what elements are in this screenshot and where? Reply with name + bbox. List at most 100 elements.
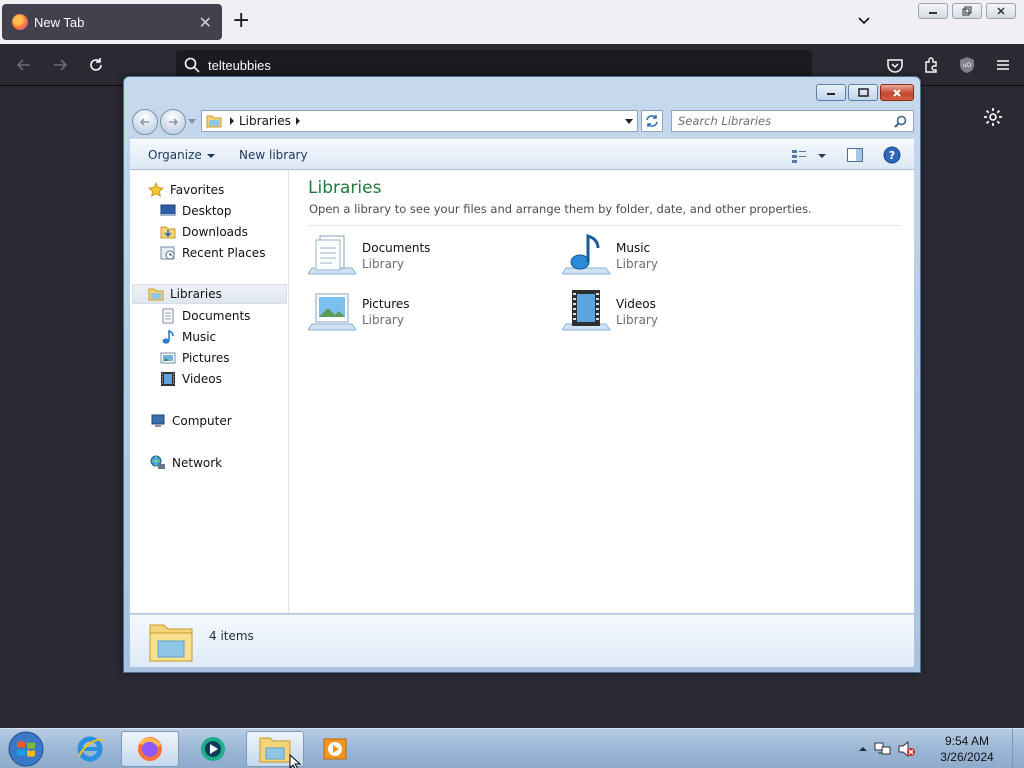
start-button[interactable] (6, 730, 46, 768)
explorer-back-button[interactable] (132, 109, 158, 135)
show-desktop-button[interactable] (1012, 729, 1024, 768)
svg-text:?: ? (889, 149, 895, 162)
volume-muted-icon[interactable] (898, 741, 916, 757)
libraries-content-pane: Libraries Open a library to see your fil… (290, 170, 914, 613)
organize-label: Organize (148, 148, 202, 162)
back-icon[interactable] (13, 54, 35, 76)
library-item-pictures[interactable]: Pictures Library (308, 288, 548, 340)
clock-time: 9:54 AM (944, 734, 990, 748)
nav-item-videos[interactable]: Videos (160, 369, 222, 389)
ublock-origin-icon[interactable]: uO (956, 54, 978, 76)
firefox-icon (12, 14, 28, 30)
organize-button[interactable]: Organize (148, 148, 215, 162)
restore-button[interactable] (952, 3, 982, 19)
address-bar[interactable]: Libraries (201, 110, 638, 132)
new-tab-button[interactable]: + (232, 10, 250, 32)
internet-explorer-icon (77, 736, 104, 762)
nav-computer-label: Computer (172, 414, 232, 428)
explorer-maximize-button[interactable] (848, 84, 878, 101)
browser-window-controls (918, 3, 1016, 19)
browser-tab-new-tab[interactable]: New Tab ✕ (2, 4, 222, 40)
taskbar-clock[interactable]: 9:54 AM 3/26/2024 (932, 733, 1002, 765)
list-all-tabs-icon[interactable] (856, 12, 872, 28)
network-status-icon[interactable] (874, 741, 892, 757)
taskbar-internet-explorer[interactable] (61, 731, 119, 767)
help-button[interactable]: ? (883, 146, 901, 167)
taskbar-firefox[interactable] (121, 731, 179, 767)
pocket-icon[interactable] (884, 54, 906, 76)
gear-icon[interactable] (982, 106, 1004, 128)
preview-pane-icon (847, 148, 863, 162)
minimize-button[interactable] (918, 3, 948, 19)
explorer-minimize-button[interactable] (816, 84, 846, 101)
refresh-button[interactable] (641, 110, 663, 132)
nav-network[interactable]: Network (150, 453, 222, 473)
forward-icon[interactable] (49, 54, 71, 76)
nav-item-downloads[interactable]: Downloads (160, 222, 248, 242)
explorer-close-button[interactable] (880, 84, 914, 101)
close-tab-icon[interactable]: ✕ (199, 13, 212, 32)
videos-library-icon (562, 290, 611, 331)
nav-network-label: Network (172, 456, 223, 470)
browser-tab-bar: New Tab ✕ + (0, 0, 1024, 44)
library-item-music[interactable]: Music Library (562, 232, 802, 284)
library-name: Music (616, 241, 651, 255)
windows-logo-icon (8, 731, 44, 767)
svg-text:uO: uO (963, 62, 972, 69)
breadcrumb-libraries[interactable]: Libraries (239, 114, 291, 128)
search-libraries-input[interactable]: Search Libraries (671, 110, 914, 132)
nav-libraries[interactable]: Libraries (132, 284, 287, 304)
details-pane: 4 items (130, 614, 914, 667)
library-item-documents[interactable]: Documents Library (308, 232, 548, 284)
library-type: Library (362, 313, 404, 327)
nav-computer[interactable]: Computer (150, 411, 232, 431)
url-text: telteubbies (208, 57, 271, 73)
page-title: Libraries (308, 178, 382, 198)
nav-item-label: Pictures (182, 351, 230, 365)
recent-pages-chevron-icon[interactable] (188, 119, 196, 125)
library-type: Library (362, 257, 404, 271)
taskbar-media-app[interactable] (184, 731, 242, 767)
nav-item-documents[interactable]: Documents (160, 306, 250, 326)
search-placeholder: Search Libraries (678, 114, 772, 128)
libraries-folder-large-icon (149, 624, 193, 662)
tab-title: New Tab (34, 14, 85, 30)
change-view-button[interactable] (792, 149, 826, 166)
reload-icon[interactable] (85, 54, 107, 76)
preview-pane-button[interactable] (847, 148, 863, 165)
new-library-button[interactable]: New library (239, 148, 308, 162)
documents-icon (162, 308, 174, 324)
nav-item-label: Videos (182, 372, 222, 386)
library-type: Library (616, 257, 658, 271)
explorer-window: Libraries Search Libraries Organize New … (123, 76, 921, 673)
explorer-window-controls (816, 84, 914, 101)
nav-item-pictures[interactable]: Pictures (160, 348, 230, 368)
explorer-forward-button[interactable] (160, 109, 186, 135)
film-strip-icon (161, 372, 175, 386)
item-count: 4 items (209, 629, 254, 643)
nav-item-label: Documents (182, 309, 251, 323)
taskbar-windows-explorer[interactable] (246, 731, 304, 768)
clock-date: 3/26/2024 (940, 750, 994, 764)
menu-icon[interactable] (992, 54, 1014, 76)
nav-favorites[interactable]: Favorites (148, 180, 224, 200)
nav-libraries-label: Libraries (170, 287, 222, 301)
extensions-icon[interactable] (920, 54, 942, 76)
nav-item-desktop[interactable]: Desktop (160, 201, 232, 221)
page-subtitle: Open a library to see your files and arr… (309, 202, 812, 216)
close-window-button[interactable] (986, 3, 1016, 19)
refresh-icon (646, 115, 658, 127)
nav-item-label: Music (182, 330, 217, 344)
music-library-icon (562, 233, 611, 275)
breadcrumb-separator-icon[interactable] (295, 117, 300, 125)
address-dropdown-icon[interactable] (625, 119, 633, 124)
library-item-videos[interactable]: Videos Library (562, 288, 802, 340)
nav-item-music[interactable]: Music (160, 327, 216, 347)
taskbar-windows-media-player[interactable] (306, 731, 364, 767)
documents-library-icon (308, 235, 357, 275)
media-app-icon (201, 737, 225, 761)
show-hidden-icons-chevron-icon[interactable] (858, 745, 868, 753)
nav-item-recent-places[interactable]: Recent Places (160, 243, 265, 263)
chevron-down-icon (206, 153, 215, 158)
media-player-icon (323, 738, 347, 760)
